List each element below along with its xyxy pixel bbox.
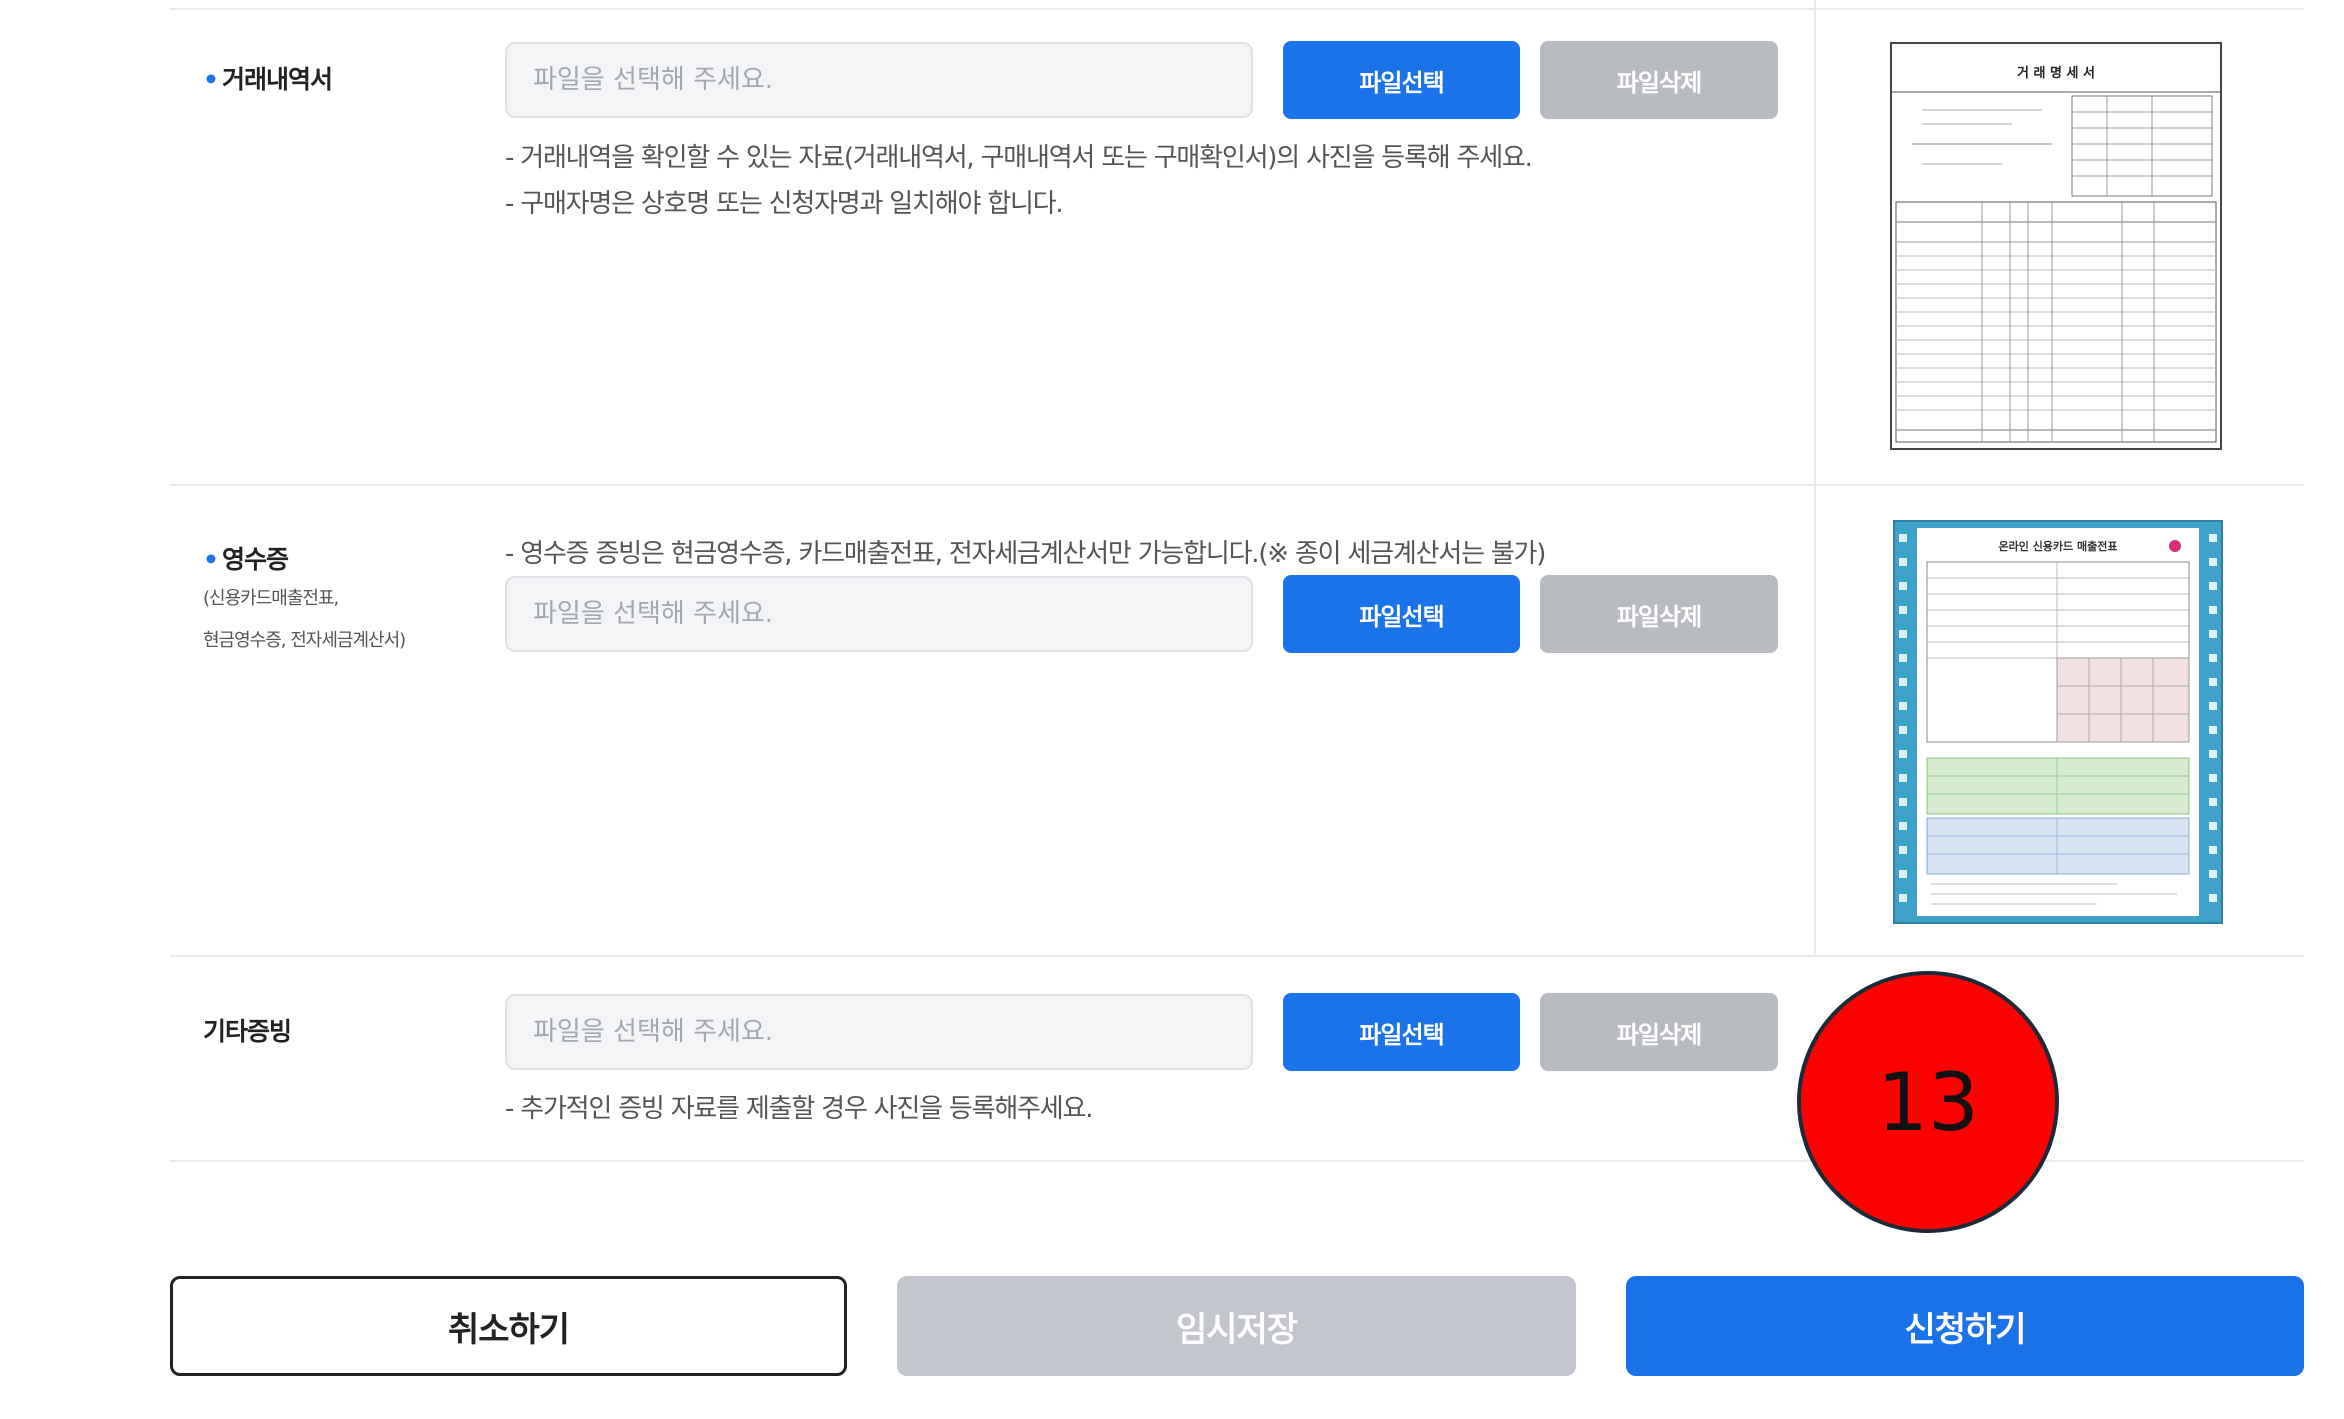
transaction-statement-select-button[interactable]: 파일선택 <box>1283 41 1520 119</box>
transaction-statement-sample-image: 거 래 명 세 서 <box>1890 42 2222 450</box>
row-divider <box>170 955 2304 957</box>
receipt-sublabel: (신용카드매출전표, 현금영수증, 전자세금계산서) <box>203 578 406 662</box>
row-divider <box>170 484 2304 486</box>
row-divider <box>170 8 2304 10</box>
receipt-perforation-graphic <box>1899 534 2217 902</box>
receipt-file-input[interactable] <box>505 576 1253 652</box>
receipt-note: - 영수증 증빙은 현금영수증, 카드매출전표, 전자세금계산서만 가능합니다.… <box>505 539 1546 569</box>
step-marker: 13 <box>1797 971 2059 1233</box>
column-divider <box>1814 0 1816 484</box>
receipt-select-button[interactable]: 파일선택 <box>1283 575 1520 653</box>
receipt-sublabel-line: 현금영수증, 전자세금계산서) <box>203 630 406 651</box>
column-divider <box>1814 484 1816 955</box>
transaction-statement-label: • 거래내역서 <box>203 65 333 94</box>
transaction-statement-note: - 거래내역을 확인할 수 있는 자료(거래내역서, 구매내역서 또는 구매확인… <box>505 143 1533 173</box>
required-mark: • <box>203 545 219 574</box>
other-evidence-label: 기타증빙 <box>203 1017 292 1046</box>
receipt-label: • 영수증 <box>203 545 289 574</box>
transaction-statement-note: - 구매자명은 상호명 또는 신청자명과 일치해야 합니다. <box>505 189 1064 219</box>
temp-save-button[interactable]: 임시저장 <box>897 1276 1576 1376</box>
receipt-delete-button[interactable]: 파일삭제 <box>1540 575 1778 653</box>
statement-table-graphic <box>1892 91 2220 443</box>
cancel-button[interactable]: 취소하기 <box>170 1276 847 1376</box>
apply-button[interactable]: 신청하기 <box>1626 1276 2304 1376</box>
other-evidence-file-input[interactable] <box>505 994 1253 1070</box>
other-evidence-delete-button[interactable]: 파일삭제 <box>1540 993 1778 1071</box>
receipt-sample-image: 온라인 신용카드 매출전표 <box>1893 520 2223 924</box>
other-evidence-note: - 추가적인 증빙 자료를 제출할 경우 사진을 등록해주세요. <box>505 1094 1093 1124</box>
other-evidence-select-button[interactable]: 파일선택 <box>1283 993 1520 1071</box>
required-mark: • <box>203 65 219 94</box>
transaction-statement-file-input[interactable] <box>505 42 1253 118</box>
receipt-sublabel-line: (신용카드매출전표, <box>203 588 339 609</box>
transaction-statement-delete-button[interactable]: 파일삭제 <box>1540 41 1778 119</box>
